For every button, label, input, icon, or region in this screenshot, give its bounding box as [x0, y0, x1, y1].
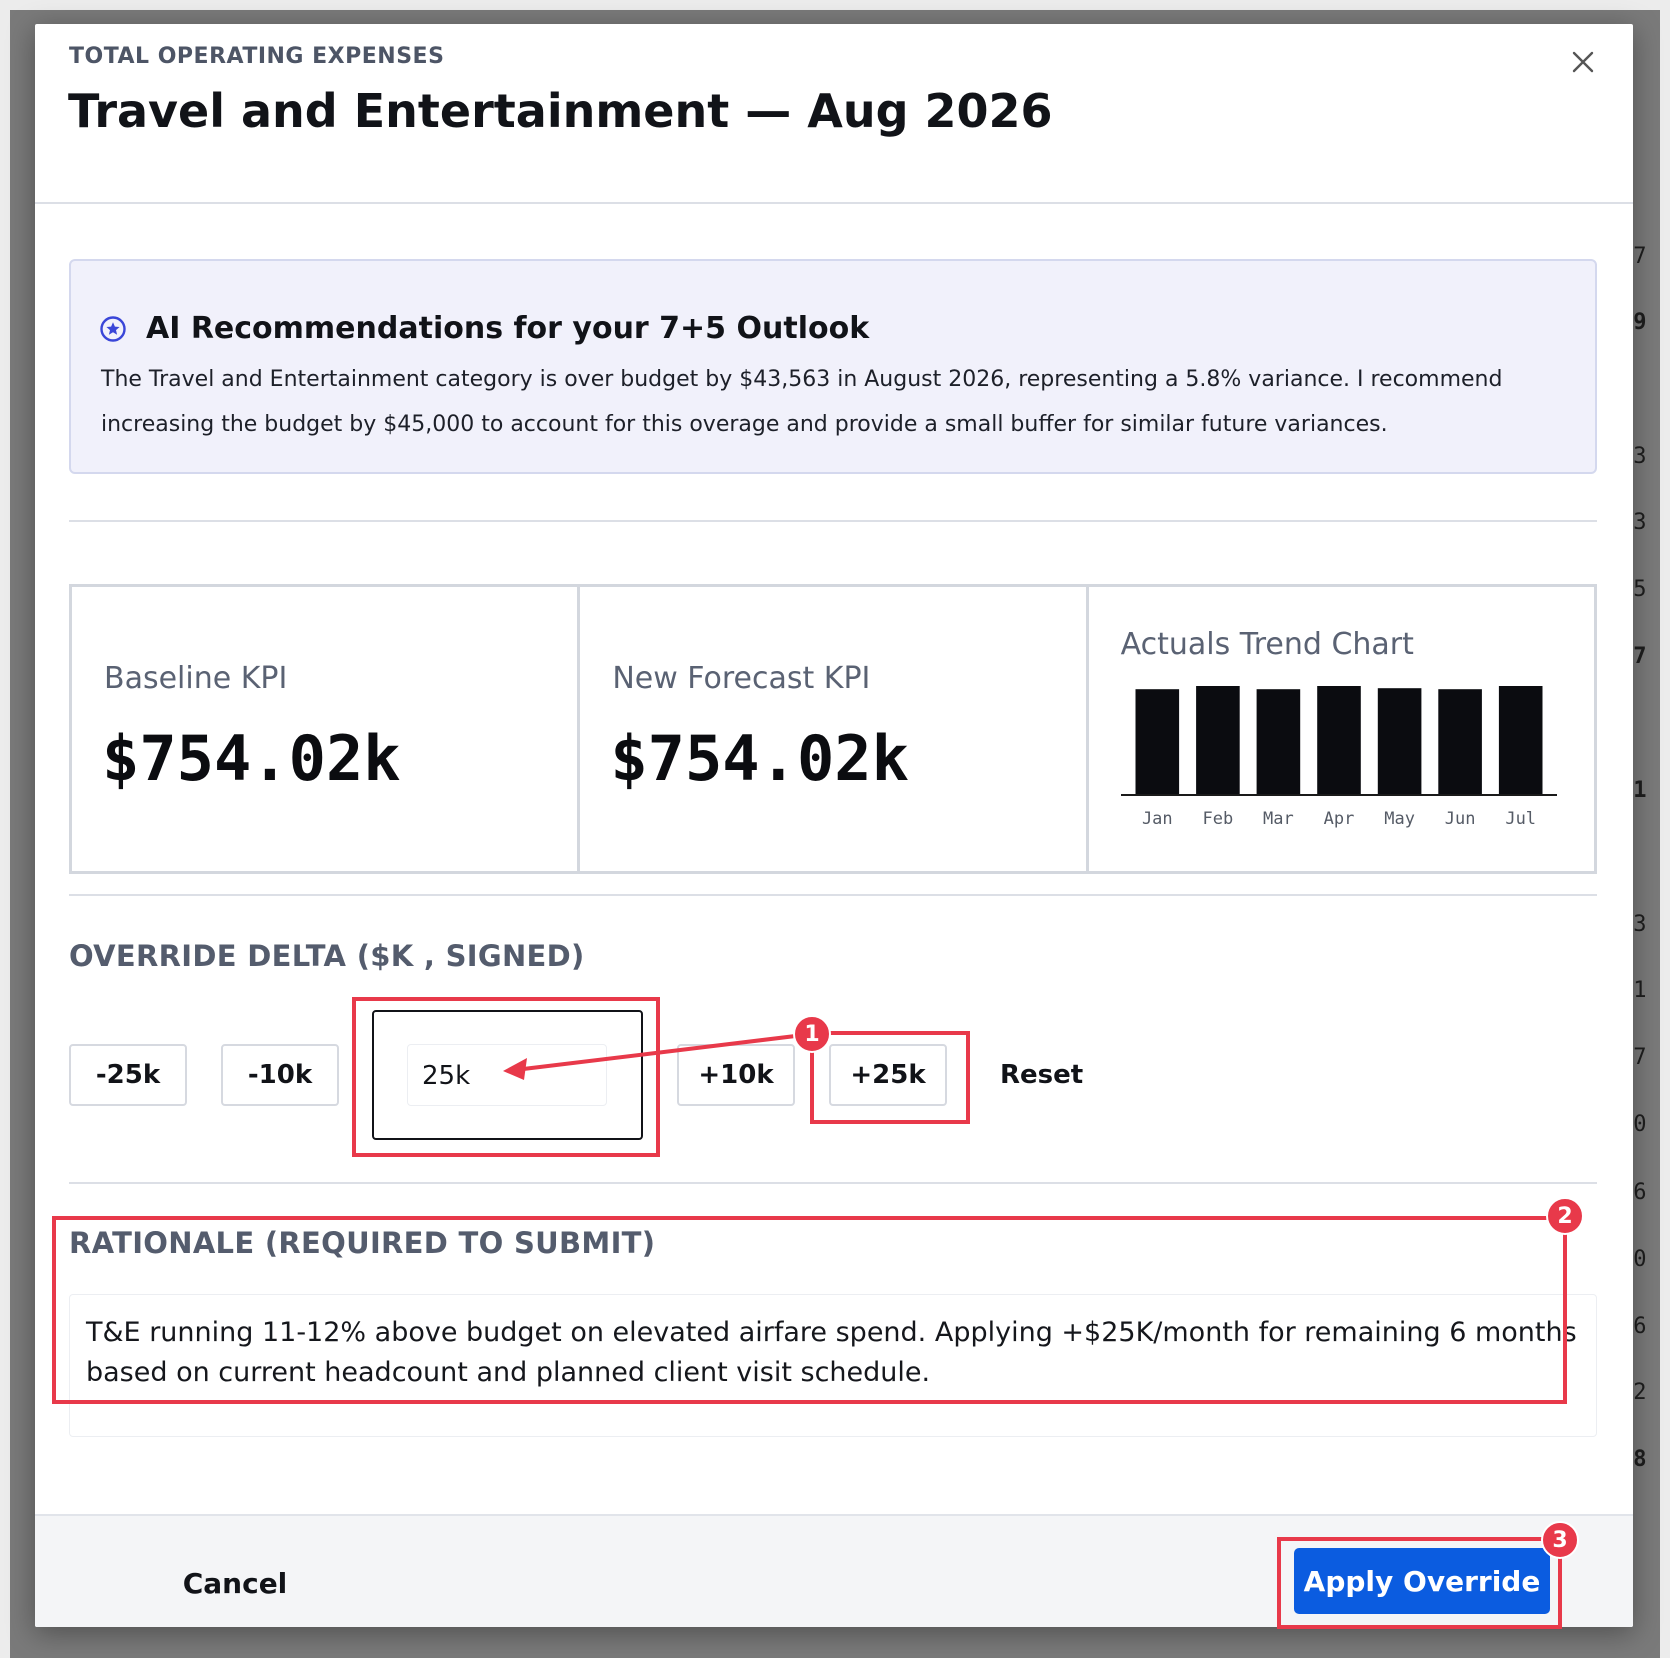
annotation-badge-2: 2 [1546, 1197, 1584, 1235]
chart-tick-label: Feb [1202, 809, 1233, 829]
modal-eyebrow: TOTAL OPERATING EXPENSES [69, 44, 445, 69]
section-divider [69, 1182, 1597, 1184]
delta-input-wrapper: 25k [372, 1010, 643, 1140]
chart-tick-label: Jun [1444, 809, 1475, 829]
baseline-kpi-card: Baseline KPI $754.02k [72, 587, 581, 871]
chart-bar-apr [1316, 686, 1361, 794]
override-modal: TOTAL OPERATING EXPENSES Travel and Ente… [35, 24, 1633, 1627]
ai-recommendation-text: The Travel and Entertainment category is… [101, 367, 1503, 437]
chart-bar-jul [1498, 686, 1543, 794]
reset-button[interactable]: Reset [1000, 1044, 1083, 1106]
close-icon [1572, 51, 1594, 73]
minus-25k-button[interactable]: -25k [69, 1044, 187, 1106]
kpi-row: Baseline KPI $754.02k New Forecast KPI $… [69, 584, 1597, 874]
chart-bar-feb [1195, 686, 1240, 794]
apply-override-button[interactable]: Apply Override [1294, 1548, 1550, 1614]
baseline-kpi-label: Baseline KPI [104, 661, 288, 696]
ai-recommendation-panel: AI Recommendations for your 7+5 Outlook … [69, 259, 1597, 474]
chart-tick-label: Apr [1323, 809, 1354, 829]
minus-10k-button[interactable]: -10k [221, 1044, 339, 1106]
annotation-badge-3: 3 [1541, 1521, 1579, 1559]
chart-bar-jun [1437, 689, 1482, 794]
forecast-kpi-label: New Forecast KPI [612, 661, 871, 696]
forecast-kpi-card: New Forecast KPI $754.02k [580, 587, 1089, 871]
close-button[interactable] [1563, 42, 1603, 82]
chart-bar-mar [1256, 689, 1300, 794]
header-divider [35, 202, 1633, 204]
modal-title: Travel and Entertainment — Aug 2026 [68, 84, 1053, 138]
forecast-kpi-value: $754.02k [610, 722, 909, 795]
baseline-kpi-value: $754.02k [102, 722, 401, 795]
rationale-textarea[interactable]: T&E running 11-12% above budget on eleva… [69, 1294, 1597, 1437]
chart-tick-label: May [1384, 809, 1415, 829]
modal-footer: Cancel Apply Override [35, 1514, 1633, 1627]
section-divider [69, 894, 1597, 896]
section-divider [69, 520, 1597, 522]
cancel-button[interactable]: Cancel [155, 1552, 315, 1614]
actuals-trend-card: Actuals Trend Chart Jan Feb Mar Apr May Jun Ju… [1089, 587, 1594, 871]
ai-recommendation-title: AI Recommendations for your 7+5 Outlook [146, 311, 870, 346]
rationale-label: RATIONALE (REQUIRED TO SUBMIT) [69, 1226, 656, 1260]
plus-25k-button[interactable]: +25k [829, 1044, 947, 1106]
plus-10k-button[interactable]: +10k [677, 1044, 795, 1106]
chart-title: Actuals Trend Chart [1120, 627, 1414, 662]
delta-input[interactable]: 25k [407, 1044, 607, 1106]
chart-tick-label: Jul [1505, 809, 1536, 829]
annotation-badge-1: 1 [793, 1015, 831, 1053]
chart-bar-may [1377, 688, 1422, 794]
chart-tick-label: Mar [1263, 809, 1294, 829]
actuals-trend-chart: Jan Feb Mar Apr May Jun Jul [1120, 686, 1557, 829]
override-delta-label: OVERRIDE DELTA ($K , SIGNED) [69, 939, 585, 973]
star-circle-icon [100, 316, 126, 342]
chart-tick-label: Jan [1142, 809, 1173, 829]
chart-bar-jan [1135, 689, 1179, 794]
